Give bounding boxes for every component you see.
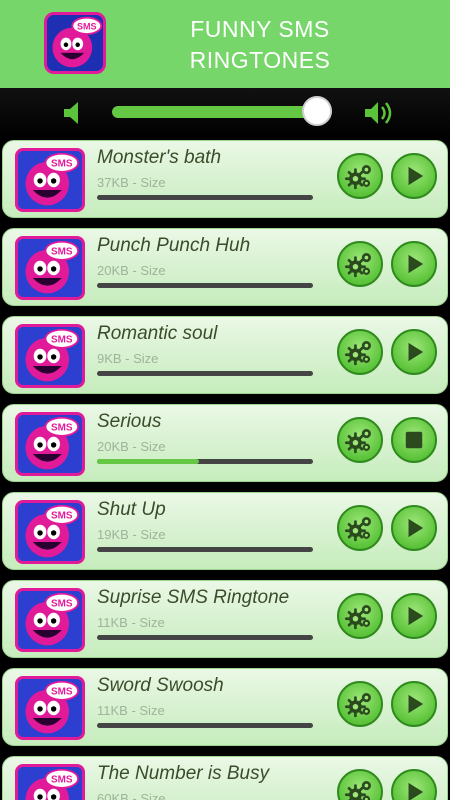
title-line-1: FUNNY SMS [190,16,330,42]
ringtone-list: SMS Monster's bath 37KB - Size SMS Punch… [0,138,450,800]
ringtone-name: The Number is Busy [97,763,270,784]
ringtone-size: 11KB - Size [97,703,165,718]
ringtone-item[interactable]: SMS Monster's bath 37KB - Size [2,140,448,218]
settings-button[interactable] [337,681,383,727]
ringtone-progress [97,635,313,640]
sms-smiley-icon: SMS [15,236,85,300]
svg-text:SMS: SMS [51,598,73,609]
ringtone-progress [97,195,313,200]
ringtone-size: 9KB - Size [97,351,159,366]
ringtone-size: 19KB - Size [97,527,166,542]
settings-button[interactable] [337,769,383,800]
ringtone-progress [97,547,313,552]
settings-button[interactable] [337,593,383,639]
ringtone-size: 37KB - Size [97,175,166,190]
speaker-high-icon[interactable] [362,96,396,130]
ringtone-item[interactable]: SMS Serious 20KB - Size [2,404,448,482]
sms-smiley-icon: SMS [15,588,85,652]
ringtone-name: Sword Swoosh [97,675,224,696]
ringtone-item[interactable]: SMS The Number is Busy 60KB - Size [2,756,448,800]
svg-text:SMS: SMS [51,686,73,697]
settings-button[interactable] [337,329,383,375]
ringtone-progress [97,371,313,376]
svg-text:SMS: SMS [51,774,73,785]
ringtone-size: 60KB - Size [97,791,166,800]
svg-text:SMS: SMS [51,510,73,521]
play-button[interactable] [391,329,437,375]
ringtone-item[interactable]: SMS Punch Punch Huh 20KB - Size [2,228,448,306]
ringtone-name: Shut Up [97,499,166,520]
app-header: SMS FUNNY SMS RINGTONES [0,0,450,88]
svg-text:SMS: SMS [51,158,73,169]
sms-smiley-icon: SMS [44,12,106,74]
ringtone-item[interactable]: SMS Suprise SMS Ringtone 11KB - Size [2,580,448,658]
ringtone-name: Monster's bath [97,147,222,168]
ringtone-progress-fill [97,459,199,464]
ringtone-size: 20KB - Size [97,439,166,454]
svg-text:SMS: SMS [51,334,73,345]
sms-smiley-icon: SMS [15,500,85,564]
ringtone-size: 11KB - Size [97,615,165,630]
sms-smiley-icon: SMS [15,676,85,740]
volume-slider-thumb[interactable] [301,96,332,126]
svg-text:SMS: SMS [77,21,97,31]
svg-text:SMS: SMS [51,246,73,257]
title-line-2: RINGTONES [189,47,331,73]
settings-button[interactable] [337,505,383,551]
stop-button[interactable] [391,417,437,463]
ringtone-progress [97,723,313,728]
ringtone-name: Suprise SMS Ringtone [97,587,290,608]
play-button[interactable] [391,769,437,800]
settings-button[interactable] [337,417,383,463]
ringtone-progress [97,459,313,464]
play-button[interactable] [391,593,437,639]
ringtone-name: Punch Punch Huh [97,235,251,256]
sms-smiley-icon: SMS [15,412,85,476]
page-title: FUNNY SMS RINGTONES [150,14,370,76]
ringtone-name: Romantic soul [97,323,218,344]
play-button[interactable] [391,681,437,727]
play-button[interactable] [391,153,437,199]
settings-button[interactable] [337,153,383,199]
settings-button[interactable] [337,241,383,287]
sms-smiley-icon: SMS [15,324,85,388]
sms-smiley-icon: SMS [15,148,85,212]
volume-slider-track[interactable] [112,106,332,118]
ringtone-size: 20KB - Size [97,263,166,278]
ringtone-item[interactable]: SMS Romantic soul 9KB - Size [2,316,448,394]
speaker-low-icon[interactable] [58,96,92,130]
sms-smiley-icon: SMS [15,764,85,800]
ringtone-name: Serious [97,411,162,432]
play-button[interactable] [391,241,437,287]
ringtone-progress [97,283,313,288]
ringtone-item[interactable]: SMS Sword Swoosh 11KB - Size [2,668,448,746]
ringtone-item[interactable]: SMS Shut Up 19KB - Size [2,492,448,570]
svg-text:SMS: SMS [51,422,73,433]
play-button[interactable] [391,505,437,551]
